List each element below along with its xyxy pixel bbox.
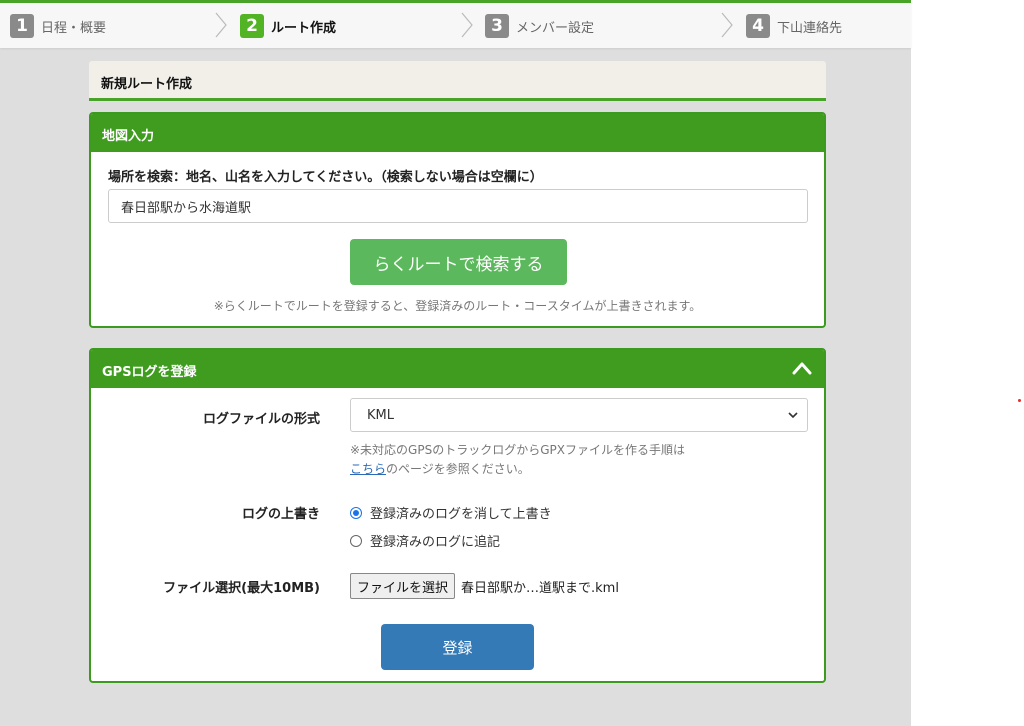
selected-file-name: 春日部駅か…道駅まで.kml: [461, 580, 619, 596]
format-label: ログファイルの形式: [202, 412, 320, 427]
radio-button[interactable]: [350, 506, 362, 519]
radio-button[interactable]: [350, 534, 362, 547]
step-progress-bar: 1 日程・概要 2 ルート作成 3 メンバー設定 4 下山連絡先: [0, 0, 911, 48]
register-button[interactable]: 登録: [381, 624, 534, 670]
page-title: 新規ルート作成: [101, 77, 193, 92]
file-select-label: ファイル選択(最大10MB): [163, 581, 320, 596]
log-format-select[interactable]: KML: [350, 398, 808, 432]
stray-dot: [1018, 399, 1021, 402]
help-link[interactable]: こちら: [350, 462, 386, 476]
step-number: 4: [746, 14, 770, 38]
step-label: 日程・概要: [41, 20, 107, 36]
help-line-1: ※未対応のGPSのトラックログからGPXファイルを作る手順は: [350, 443, 685, 457]
search-label: 場所を検索：地名、山名を入力してください。（検索しない場合は空欄に）: [108, 170, 543, 185]
panel-title: GPSログを登録: [102, 365, 197, 380]
chevron-up-icon[interactable]: [792, 361, 812, 375]
gps-log-panel: GPSログを登録 ログファイルの形式 KML ※未対応のGPSのトラックログから…: [89, 348, 826, 683]
selected-format: KML: [367, 408, 394, 423]
help-line-2: こちらのページを参照ください。: [350, 460, 685, 479]
step-number: 3: [485, 14, 509, 38]
panel-title: 地図入力: [102, 129, 155, 144]
radio-label: 登録済みのログに追記: [370, 535, 501, 550]
easy-route-search-button[interactable]: らくルートで検索する: [350, 239, 567, 285]
chevron-right-icon: [461, 12, 473, 38]
radio-overwrite[interactable]: 登録済みのログを消して上書き: [350, 503, 552, 522]
format-help-text: ※未対応のGPSのトラックログからGPXファイルを作る手順は こちらのページを参…: [350, 441, 685, 479]
step-3[interactable]: 3 メンバー設定: [485, 13, 594, 39]
help-line-2-text: のページを参照ください。: [386, 462, 530, 476]
map-input-panel: 地図入力 場所を検索：地名、山名を入力してください。（検索しない場合は空欄に） …: [89, 112, 826, 328]
panel-header: 地図入力: [91, 114, 824, 152]
step-number: 2: [240, 14, 264, 38]
chevron-down-icon: [788, 412, 798, 419]
step-label: 下山連絡先: [777, 20, 843, 36]
chevron-right-icon: [215, 12, 227, 38]
radio-label: 登録済みのログを消して上書き: [370, 507, 552, 522]
overwrite-note: ※らくルートでルートを登録すると、登録済みのルート・コースタイムが上書きされます…: [213, 299, 702, 313]
radio-append[interactable]: 登録済みのログに追記: [350, 531, 500, 550]
choose-file-button[interactable]: ファイルを選択: [350, 573, 456, 599]
page-header: 新規ルート作成: [89, 61, 826, 101]
step-number: 1: [10, 14, 34, 38]
file-input[interactable]: ファイルを選択 春日部駅か…道駅まで.kml: [350, 573, 619, 599]
step-1[interactable]: 1 日程・概要: [10, 13, 106, 39]
step-2[interactable]: 2 ルート作成: [240, 13, 336, 39]
panel-header: GPSログを登録: [91, 350, 824, 388]
step-4[interactable]: 4 下山連絡先: [746, 13, 842, 39]
app-area: 1 日程・概要 2 ルート作成 3 メンバー設定 4 下山連絡先 新規ルート作成: [0, 0, 911, 726]
step-label: メンバー設定: [516, 20, 595, 36]
place-search-input[interactable]: [108, 189, 808, 223]
chevron-right-icon: [721, 12, 733, 38]
overwrite-label: ログの上書き: [241, 507, 320, 522]
step-label: ルート作成: [271, 20, 337, 36]
